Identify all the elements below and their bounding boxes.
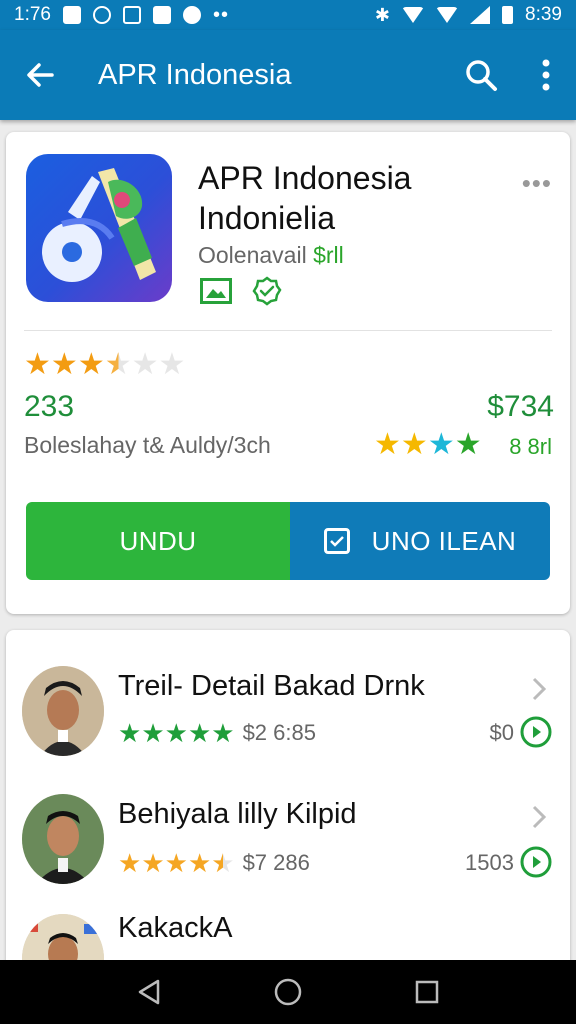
star-icon: ★ [187,718,212,748]
more-notifications-icon: •• [212,3,229,26]
avatar [22,794,104,884]
install-button-label: UNDU [119,525,197,556]
install-button[interactable]: UNDU [26,502,290,580]
rating-stars: ★ ★ ★ ★ ★ ★ [24,350,185,380]
star-empty-icon: ★ [131,348,159,381]
star-empty-icon: ★ [158,348,186,381]
secondary-action-button[interactable]: UNO ILEAN [290,502,550,580]
app-name: APR Indonesia [198,160,412,196]
star-icon: ★ [211,718,235,748]
chevron-right-icon [532,805,547,829]
star-icon: ★ [454,428,482,461]
nav-home-icon[interactable] [273,977,303,1007]
nav-back-icon[interactable] [134,977,164,1007]
system-nav-bar [0,960,576,1024]
nav-recents-icon[interactable] [412,977,442,1007]
star-icon: ★ [374,428,401,461]
developer-line[interactable]: Oolenavail $rll [198,242,344,269]
verified-check-icon [252,276,282,306]
star-icon: ★ [164,718,188,748]
back-arrow-icon [27,63,54,87]
star-icon: ★ [77,348,105,381]
half-star-icon: ★ [211,848,235,878]
app-logo-icon [26,154,172,302]
star-icon: ★ [141,848,165,878]
list-item-right-value: $0 [489,720,514,745]
star-icon: ★ [118,848,142,878]
list-item-right-value: 1503 [465,850,514,875]
play-circle-icon[interactable] [520,716,552,748]
app-price: $734 [487,390,554,423]
status-time: 1:76 [14,4,51,25]
sync-icon [92,6,111,24]
secondary-value: 8 8rl [509,434,552,459]
wifi-icon [402,7,425,23]
signal-icon [470,6,491,24]
star-icon: ★ [187,848,212,878]
list-item-title: Treil- Detail Bakad Drnk [118,670,425,702]
overflow-menu-button[interactable] [516,30,576,120]
star-icon: ★ [164,848,188,878]
secondary-rating-stars: ★ ★ ★ ★ [374,430,482,460]
app-detail-card: APR Indonesia Indonielia Oolenavail $rll… [6,132,570,614]
search-icon [466,60,497,91]
back-button[interactable] [0,30,80,120]
star-icon: ★ [24,348,51,381]
status-clock: 8:39 [525,4,562,25]
photo-badge-icon [200,278,232,304]
list-item-title: KakackA [118,912,233,944]
page-title: APR Indonesia [98,58,292,91]
list-item-price: $2 6:85 [242,720,316,745]
list-item-title: Behiyala lilly Kilpid [118,798,357,830]
secondary-action-label: UNO ILEAN [371,525,517,556]
bluetooth-icon: ✱ [374,4,391,25]
status-bar: 1:76 •• ✱ 8:39 [0,0,576,30]
list-item[interactable]: Behiyala lilly Kilpid ★ ★ ★ ★ ★ $7 286 1… [6,788,570,918]
rating-count: 233 [24,390,75,423]
battery-icon [502,6,514,24]
notification-icon [62,6,81,24]
wifi-secondary-icon [436,7,459,23]
star-icon: ★ [400,428,428,461]
avatar [22,666,104,756]
chevron-right-icon [532,677,547,701]
more-options-icon[interactable]: ••• [522,168,552,199]
app-subtitle: Indonielia [198,200,335,236]
list-item-price: $7 286 [242,850,310,875]
list-item-meta: ★ ★ ★ ★ ★ $2 6:85 [118,718,316,748]
related-list-card: Treil- Detail Bakad Drnk ★ ★ ★ ★ ★ $2 6:… [6,630,570,970]
star-icon: ★ [118,718,142,748]
checkbox-icon [323,528,350,554]
developer-price: $rll [313,242,344,268]
star-icon: ★ [50,348,78,381]
record-icon [182,6,201,24]
window-icon [122,6,141,24]
star-icon: ★ [141,718,165,748]
divider [24,330,552,331]
half-star-icon: ★ [104,348,132,381]
app-description: Boleslahay t& Auldy/3ch [24,432,271,458]
more-vert-icon [542,59,550,91]
list-item-meta: ★ ★ ★ ★ ★ $7 286 [118,848,310,878]
star-icon: ★ [427,428,455,461]
mail-icon [152,6,171,24]
app-bar: APR Indonesia [0,30,576,120]
developer-name[interactable]: Oolenavail [198,242,307,268]
list-item[interactable]: Treil- Detail Bakad Drnk ★ ★ ★ ★ ★ $2 6:… [6,660,570,790]
play-circle-icon[interactable] [520,846,552,878]
search-button[interactable] [446,30,516,120]
